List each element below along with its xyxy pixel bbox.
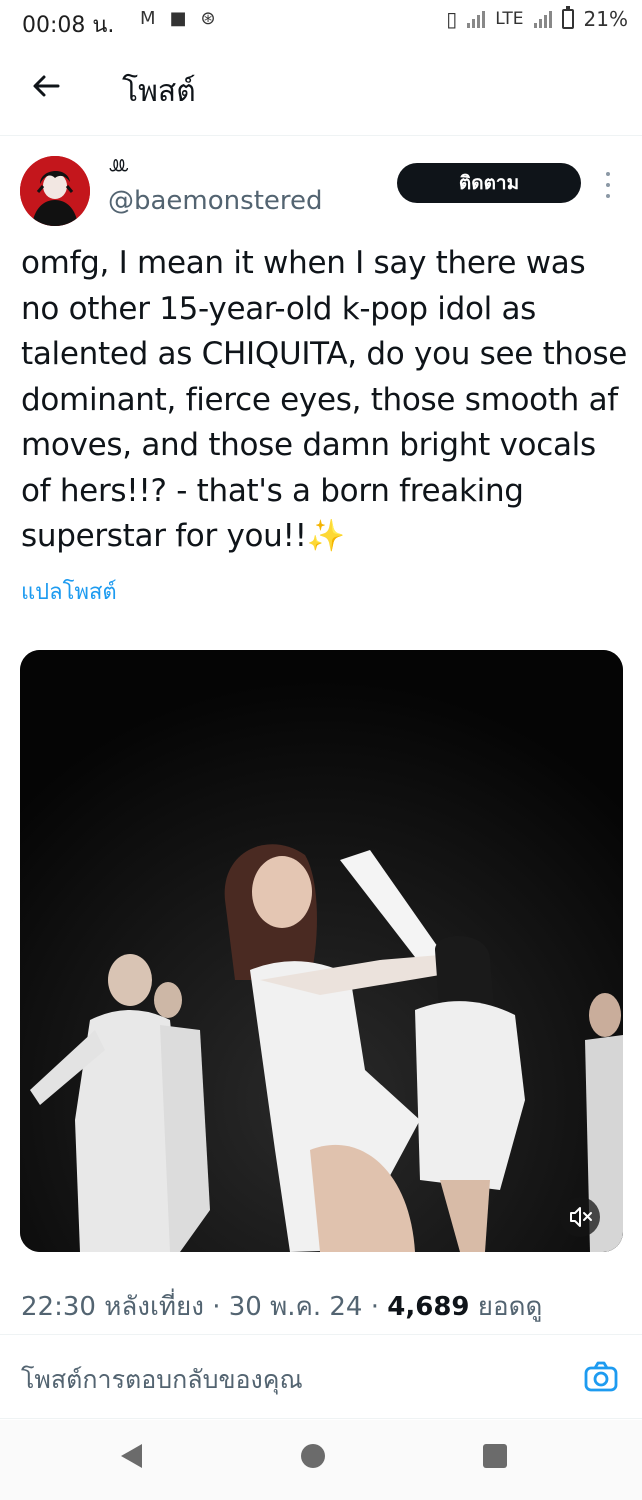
signal-icon [467, 10, 486, 28]
signal-icon-2 [533, 10, 552, 28]
page-title: โพสต์ [122, 74, 196, 109]
system-nav-bar [0, 1420, 642, 1500]
status-time: 00:08 น. [22, 13, 115, 38]
battery-icon [561, 6, 574, 29]
arrow-left-icon[interactable] [28, 68, 64, 104]
vibrate-icon: ▯ [446, 7, 458, 31]
system-icons: ▯ LTE 21% [446, 6, 628, 31]
gmail-icon: M [140, 8, 156, 29]
post-date: 30 พ.ค. 24 [228, 1292, 363, 1322]
notification-icons: M ■ ⊛ [140, 8, 216, 29]
network-type: LTE [495, 9, 524, 29]
user-handle[interactable]: @baemonstered [108, 186, 323, 216]
avatar[interactable] [20, 156, 90, 226]
nav-recents-icon[interactable] [483, 1444, 507, 1468]
video-frame [20, 650, 623, 1252]
nav-home-icon[interactable] [301, 1444, 325, 1468]
divider [0, 1334, 642, 1335]
post-time: 22:30 หลังเที่ยง [21, 1292, 204, 1322]
divider-2 [0, 1418, 642, 1419]
meta-separator-2: · [370, 1292, 388, 1322]
header: โพสต์ [0, 44, 642, 136]
post-meta: 22:30 หลังเที่ยง · 30 พ.ค. 24 · 4,689 ยอ… [21, 1286, 542, 1327]
display-name[interactable]: ꔛ [108, 154, 130, 179]
status-bar: 00:08 น. M ■ ⊛ ▯ LTE 21% [0, 0, 642, 44]
post-video[interactable] [20, 650, 623, 1252]
nav-back-icon[interactable] [118, 1442, 144, 1470]
chat-icon: ■ [169, 8, 187, 29]
more-options-icon[interactable] [598, 168, 618, 202]
data-saver-icon: ⊛ [200, 8, 216, 29]
camera-icon[interactable] [582, 1358, 620, 1396]
views-label: ยอดดู [477, 1292, 543, 1322]
battery-level: 21% [583, 7, 628, 31]
reply-input[interactable]: โพสต์การตอบกลับของคุณ [21, 1360, 303, 1400]
post-text: omfg, I mean it when I say there was no … [21, 245, 628, 554]
meta-separator: · [212, 1292, 229, 1322]
views-count: 4,689 [387, 1292, 470, 1322]
mute-icon[interactable] [560, 1197, 600, 1237]
follow-button[interactable]: ติดตาม [397, 163, 581, 203]
translate-post-link[interactable]: แปลโพสต์ [21, 574, 117, 609]
